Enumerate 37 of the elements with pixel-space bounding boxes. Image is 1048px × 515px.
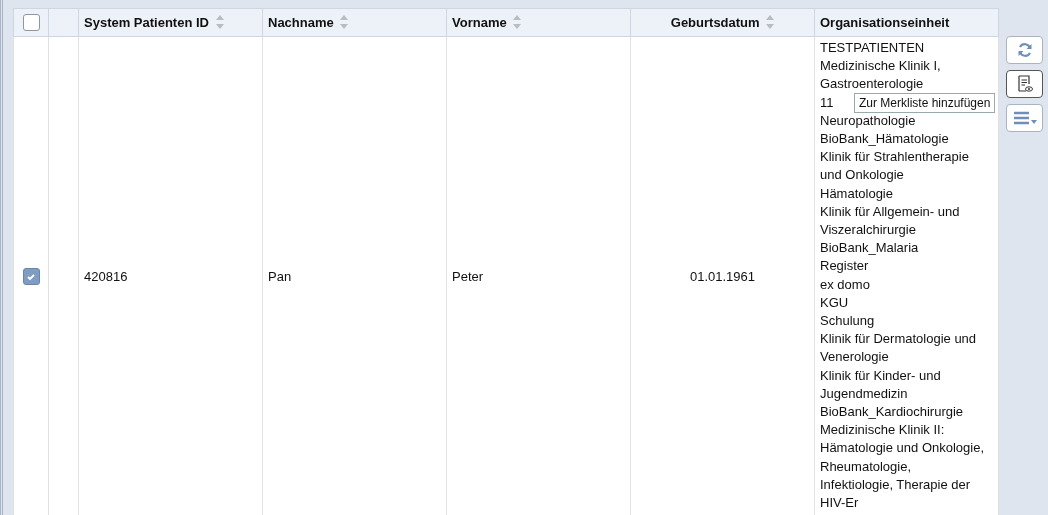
- org-unit: ex domo: [820, 275, 870, 294]
- org-unit: TESTPATIENTEN: [820, 39, 925, 57]
- org-unit: Klinik für Kinder- und Jugendmedizin: [820, 366, 942, 403]
- select-all-checkbox[interactable]: [22, 14, 40, 32]
- check-icon: [26, 271, 36, 282]
- document-eye-icon: [1016, 75, 1033, 93]
- column-header[interactable]: Vorname: [452, 15, 507, 30]
- table-cell: 420816: [84, 269, 128, 285]
- row-checkbox[interactable]: [22, 268, 40, 286]
- watchlist-button[interactable]: [1006, 70, 1043, 98]
- org-unit: Schulung: [820, 312, 875, 331]
- org-unit: Medizinische Klinik II: Hämatologie und Onkologie, Rheumatologie, Infektiologie, Therapie der HIV-Er: [820, 421, 986, 513]
- org-unit: Medizinische Klinik I, Gastroenterologie: [820, 57, 942, 94]
- refresh-button[interactable]: [1006, 36, 1043, 64]
- sort-icon[interactable]: [215, 15, 224, 29]
- org-unit: Neuropathologie: [820, 111, 916, 130]
- org-unit: Klinik für Allgemein- und Viszeralchirurgie: [820, 202, 961, 240]
- menu-icon: [1012, 110, 1037, 126]
- org-unit: BioBank_Malaria: [820, 239, 919, 258]
- org-unit: 11: [820, 93, 834, 112]
- tooltip: Zur Merkliste hinzufügen: [854, 93, 996, 113]
- org-unit: Klinik für Strahlentherapie und Onkologie: [820, 148, 970, 185]
- org-unit: BioBank_Hämatologie: [820, 130, 949, 148]
- org-unit: Klinik für Dermatologie und Venerologie: [820, 330, 978, 367]
- org-unit: KGU: [820, 293, 849, 312]
- table-cell: 01.01.1961: [689, 269, 756, 285]
- org-unit: BioBank_Kardiochirurgie: [820, 403, 964, 422]
- menu-button[interactable]: [1006, 104, 1043, 132]
- org-unit: Register: [820, 257, 869, 276]
- table-cell: Peter: [452, 269, 484, 285]
- sort-icon[interactable]: [766, 15, 775, 29]
- sort-icon[interactable]: [340, 15, 349, 29]
- org-unit: Hämatologie: [820, 184, 893, 203]
- sort-icon[interactable]: [513, 15, 522, 29]
- refresh-icon: [1016, 42, 1033, 58]
- table-cell: Pan: [268, 269, 292, 285]
- column-header[interactable]: Nachname: [268, 15, 334, 30]
